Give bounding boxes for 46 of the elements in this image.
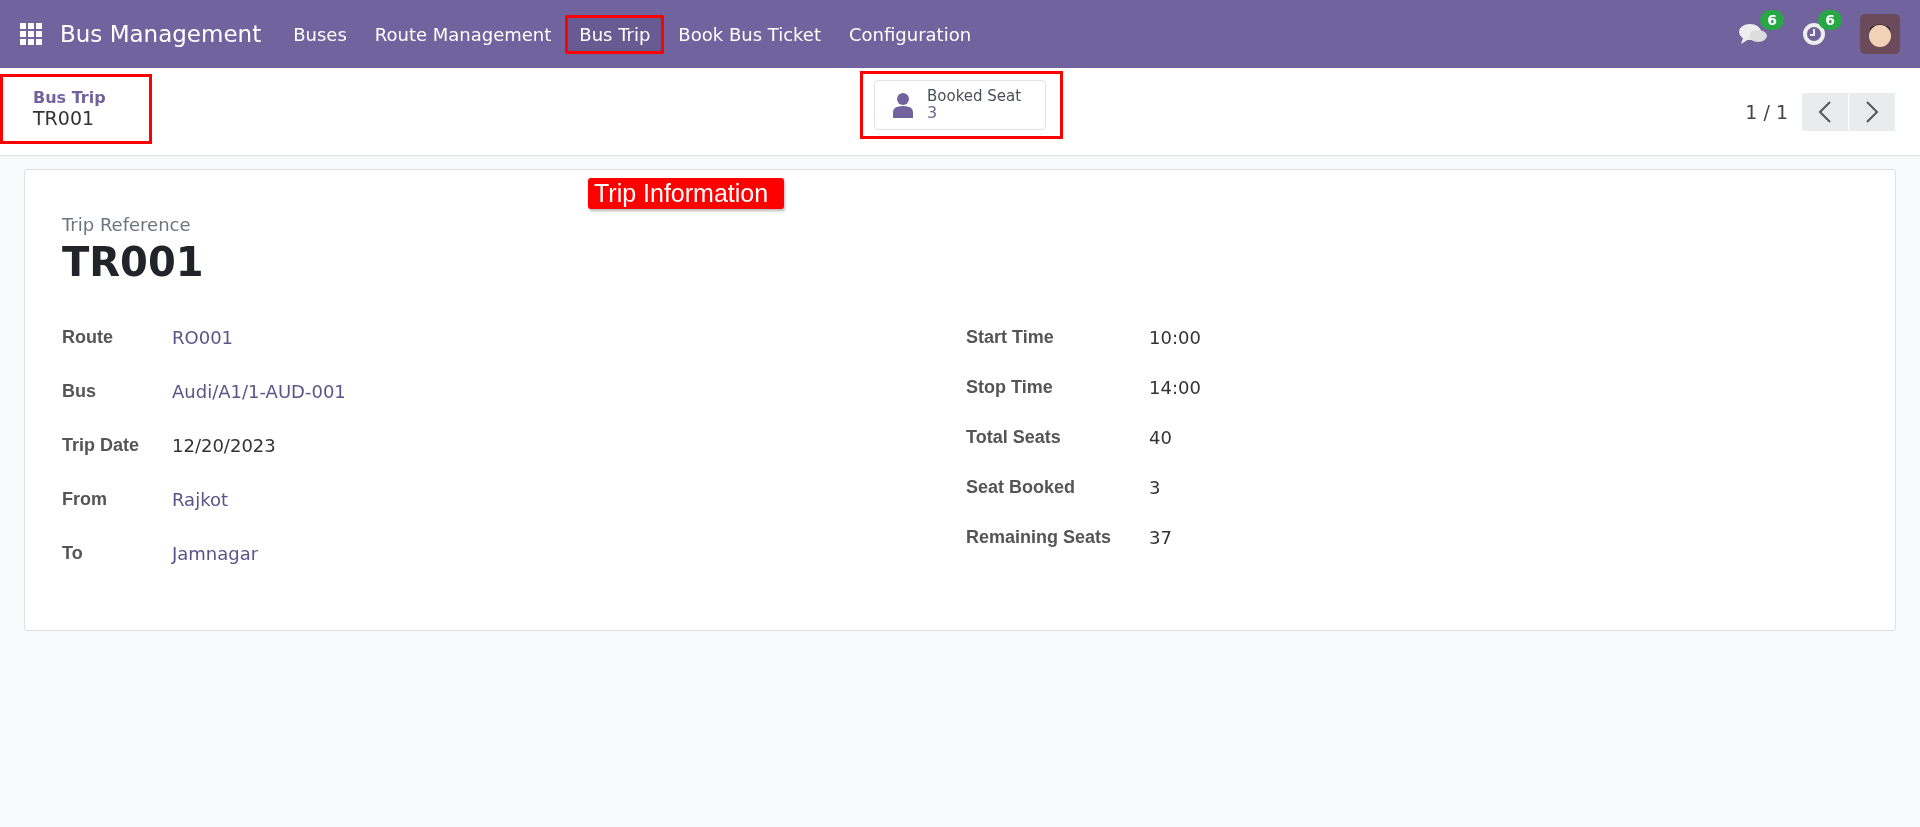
field-label: Bus bbox=[62, 381, 97, 402]
count-badge: 6 bbox=[1760, 10, 1784, 30]
breadcrumb-current: TR001 bbox=[33, 107, 96, 129]
app-grid-icon[interactable] bbox=[20, 23, 42, 45]
menu-item[interactable]: Buses bbox=[279, 14, 361, 54]
field-link[interactable]: Rajkot bbox=[172, 489, 960, 510]
breadcrumb-link[interactable]: Bus Trip bbox=[33, 88, 119, 107]
app-name: Bus Management bbox=[60, 21, 262, 47]
booked-seat-button[interactable]: Booked Seat 3 bbox=[874, 80, 1046, 130]
field-value: 3 bbox=[1149, 477, 1162, 498]
field-value: 40 bbox=[1149, 427, 1173, 448]
field-label: From bbox=[62, 489, 108, 510]
field-label: Stop Time bbox=[966, 377, 1054, 398]
previous-button[interactable] bbox=[1802, 92, 1848, 131]
menu-item[interactable]: Book Bus Ticket bbox=[664, 14, 835, 54]
field-value: 37 bbox=[1149, 527, 1173, 548]
field-label: To bbox=[62, 543, 84, 564]
field-label: Seat Booked bbox=[966, 477, 1077, 498]
next-button[interactable] bbox=[1849, 92, 1895, 131]
field-label: Remaining Seats bbox=[966, 527, 1113, 548]
count-badge: 6 bbox=[1818, 10, 1842, 30]
menu-item[interactable]: Configuration bbox=[835, 14, 986, 54]
button-count: 3 bbox=[927, 104, 938, 123]
field-value: 10:00 bbox=[1149, 327, 1202, 348]
field-label: Trip Date bbox=[62, 435, 141, 456]
button-label: Booked Seat bbox=[927, 87, 1022, 105]
pager-text: 1 / 1 bbox=[1745, 100, 1788, 123]
callout-label: Trip Information bbox=[588, 178, 785, 209]
field-link[interactable]: RO001 bbox=[172, 327, 960, 348]
chat-icon[interactable] bbox=[1738, 22, 1768, 46]
clock-icon[interactable] bbox=[1802, 22, 1826, 46]
menu-item[interactable]: Bus Trip bbox=[565, 14, 665, 54]
field-link[interactable]: Audi/A1/1-AUD-001 bbox=[172, 381, 960, 402]
reference-label: Trip Reference bbox=[62, 214, 192, 235]
field-label: Route bbox=[62, 327, 114, 348]
field-value: 14:00 bbox=[1149, 377, 1202, 398]
avatar-icon[interactable] bbox=[1860, 14, 1900, 54]
field-value: 12/20/2023 bbox=[172, 435, 277, 456]
field-label: Total Seats bbox=[966, 427, 1062, 448]
menu-item[interactable]: Route Management bbox=[360, 14, 566, 54]
chevron-right-icon bbox=[1865, 100, 1879, 123]
person-icon bbox=[893, 92, 913, 118]
reference-title: TR001 bbox=[62, 239, 205, 285]
field-label: Start Time bbox=[966, 327, 1055, 348]
chevron-left-icon bbox=[1818, 100, 1832, 123]
field-link[interactable]: Jamnagar bbox=[172, 543, 960, 564]
